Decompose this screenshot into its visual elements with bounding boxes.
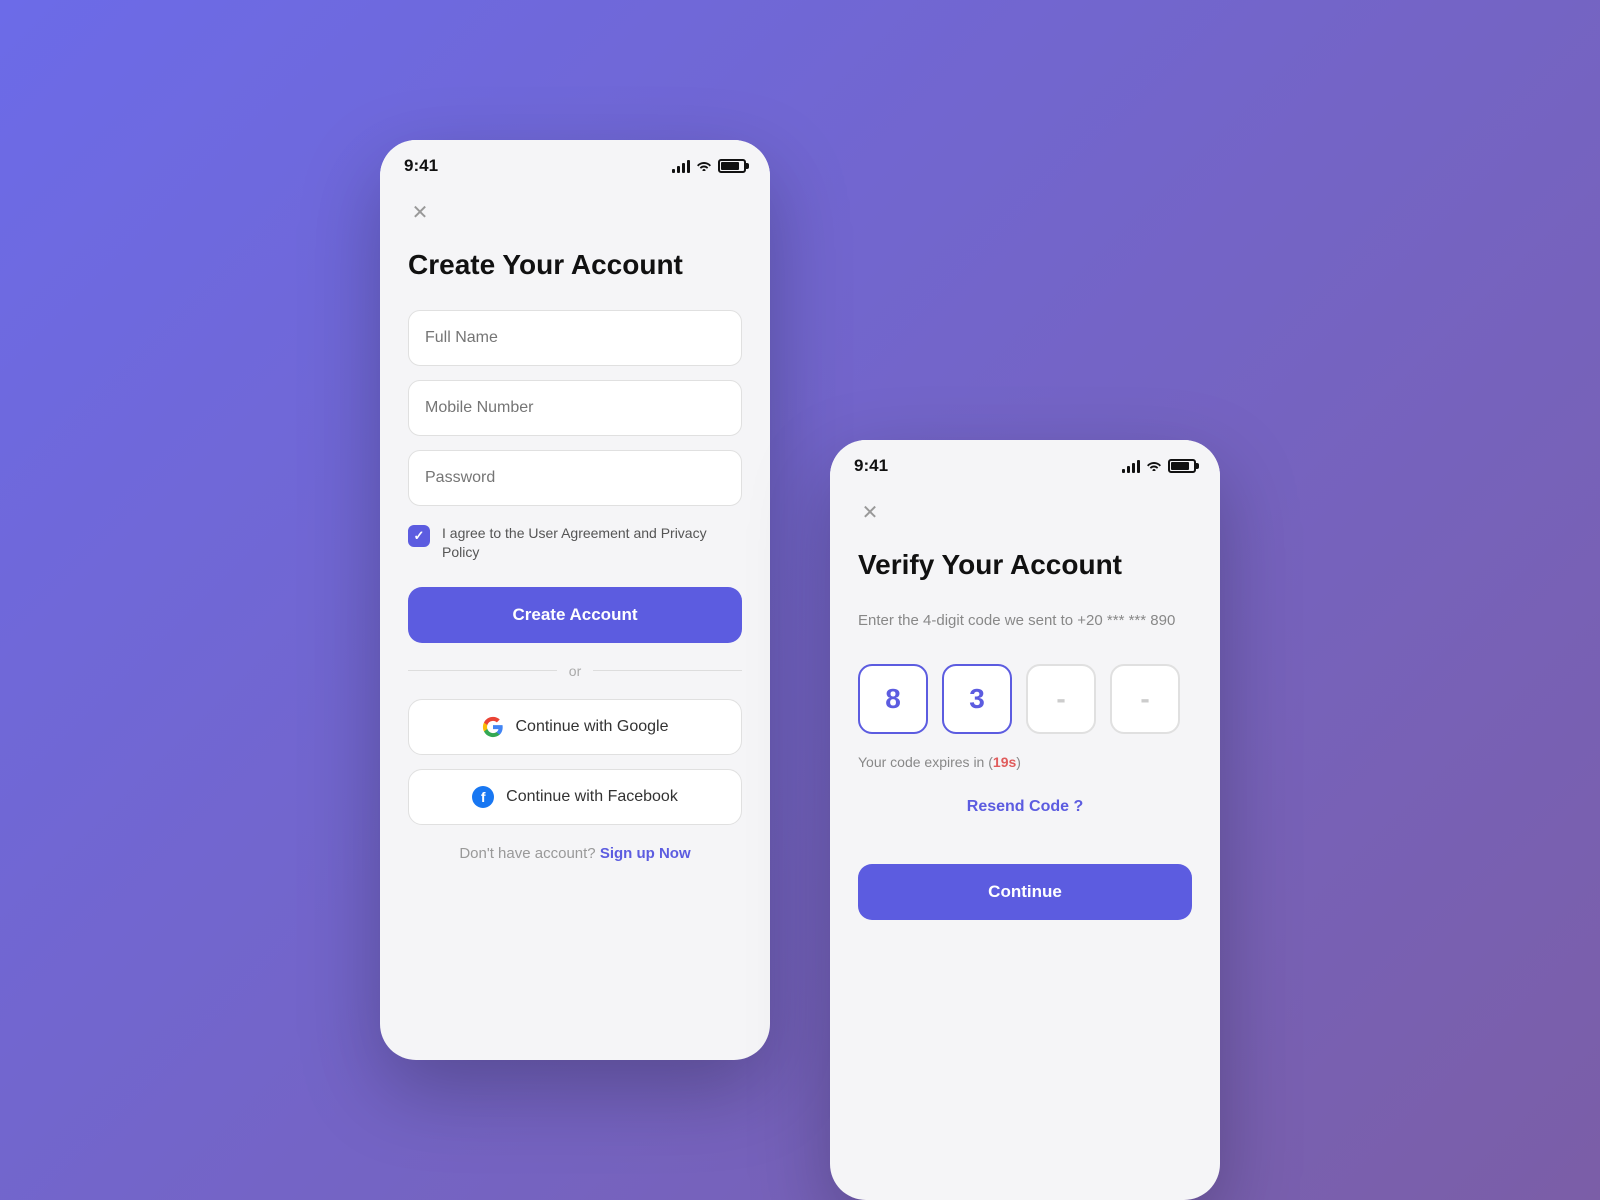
- divider-line-left: [408, 670, 557, 671]
- status-icons-2: [1122, 459, 1196, 474]
- time-display-1: 9:41: [404, 156, 438, 176]
- expire-text: Your code expires in (19s): [858, 754, 1192, 770]
- full-name-input[interactable]: [408, 310, 742, 366]
- continue-button[interactable]: Continue: [858, 864, 1192, 920]
- resend-code-link[interactable]: Resend Code ?: [858, 798, 1192, 816]
- otp-box-4[interactable]: -: [1110, 664, 1180, 734]
- verify-account-screen: 9:41 ✕ Verify Your Account Enter the 4-d…: [830, 440, 1220, 1200]
- otp-box-2[interactable]: 3: [942, 664, 1012, 734]
- signal-icon-1: [672, 159, 690, 173]
- signup-text: Don't have account?: [459, 845, 595, 862]
- google-icon: [482, 716, 504, 738]
- time-display-2: 9:41: [854, 456, 888, 476]
- divider: or: [408, 663, 742, 679]
- status-bar-2: 9:41: [830, 440, 1220, 484]
- page-title-1: Create Your Account: [408, 248, 742, 282]
- page-title-2: Verify Your Account: [858, 548, 1192, 582]
- terms-label: I agree to the User Agreement and Privac…: [442, 524, 742, 563]
- expire-time: 19s: [993, 754, 1016, 770]
- close-button-2[interactable]: ✕: [858, 500, 882, 524]
- checkmark-icon: ✓: [414, 528, 425, 544]
- wifi-icon-2: [1146, 459, 1162, 474]
- google-button-label: Continue with Google: [516, 718, 669, 736]
- otp-input-row: 8 3 - -: [858, 664, 1192, 734]
- wifi-icon-1: [696, 159, 712, 174]
- facebook-login-button[interactable]: f Continue with Facebook: [408, 769, 742, 825]
- status-bar-1: 9:41: [380, 140, 770, 184]
- card1-content: ✕ Create Your Account ✓ I agree to the U…: [380, 184, 770, 1060]
- create-account-screen: 9:41 ✕ Create Your Account: [380, 140, 770, 1060]
- facebook-icon: f: [472, 786, 494, 808]
- otp-box-3[interactable]: -: [1026, 664, 1096, 734]
- create-account-button[interactable]: Create Account: [408, 587, 742, 643]
- signup-link[interactable]: Sign up Now: [600, 845, 691, 862]
- signup-row: Don't have account? Sign up Now: [408, 845, 742, 862]
- terms-checkbox-row[interactable]: ✓ I agree to the User Agreement and Priv…: [408, 524, 742, 563]
- verify-description: Enter the 4-digit code we sent to +20 **…: [858, 610, 1192, 633]
- google-login-button[interactable]: Continue with Google: [408, 699, 742, 755]
- signal-icon-2: [1122, 459, 1140, 473]
- close-button-1[interactable]: ✕: [408, 200, 432, 224]
- card2-content: ✕ Verify Your Account Enter the 4-digit …: [830, 484, 1220, 1200]
- battery-icon-1: [718, 159, 746, 173]
- facebook-button-label: Continue with Facebook: [506, 788, 678, 806]
- battery-icon-2: [1168, 459, 1196, 473]
- divider-line-right: [593, 670, 742, 671]
- divider-text: or: [569, 663, 581, 679]
- password-input[interactable]: [408, 450, 742, 506]
- mobile-number-input[interactable]: [408, 380, 742, 436]
- otp-box-1[interactable]: 8: [858, 664, 928, 734]
- status-icons-1: [672, 159, 746, 174]
- checkbox-icon[interactable]: ✓: [408, 525, 430, 547]
